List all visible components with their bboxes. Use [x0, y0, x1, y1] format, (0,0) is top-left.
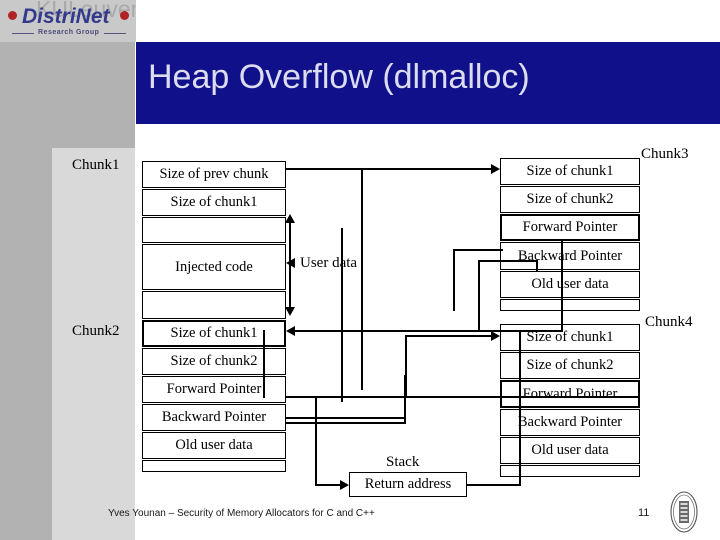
user-data-arrow-left-icon	[286, 258, 295, 268]
left-row-9: Old user data	[142, 432, 286, 459]
conn-fwdptr-long-h	[286, 396, 640, 399]
university-seal-icon	[670, 491, 698, 533]
conn-ra-out-v	[519, 330, 522, 486]
conn-backptr-h	[286, 417, 406, 420]
chunk4-label: Chunk4	[645, 314, 693, 330]
chunk2-label: Chunk2	[72, 323, 120, 339]
chunk3-row-2: Forward Pointer	[500, 214, 640, 241]
logo-rule-right	[104, 33, 126, 34]
conn-back-chunk3-h	[453, 249, 503, 252]
logo-band: KULeuven DistriNet Research Group	[0, 0, 136, 42]
user-data-arrow-up-icon	[285, 214, 295, 223]
stack-label: Stack	[386, 454, 420, 470]
user-data-arrow-down-icon	[285, 307, 295, 316]
conn-mesh-h1	[478, 260, 536, 263]
conn-chunk3-to-chunk2-arrow-icon	[286, 326, 295, 336]
conn-chunk3-to-chunk2-v	[561, 240, 564, 332]
chunk3-row-1: Size of chunk2	[500, 186, 640, 213]
logo-rule-left	[12, 33, 34, 34]
chunk3-row-0: Size of chunk1	[500, 158, 640, 185]
logo-dot-left-icon	[8, 11, 17, 20]
left-row-4-empty	[142, 291, 286, 319]
conn-fwd-chunk4-arrow-icon	[491, 331, 500, 341]
conn-mesh-v3	[536, 260, 539, 272]
sidebar-light-panel	[52, 148, 135, 540]
user-data-label: User data	[300, 255, 358, 271]
conn-return-v	[315, 396, 318, 486]
conn-fwd-chunk4-h	[405, 335, 493, 338]
left-row-10-empty	[142, 460, 286, 472]
slide-canvas: KULeuven DistriNet Research Group Heap O…	[0, 0, 720, 540]
left-row-8: Backward Pointer	[142, 404, 286, 431]
slide-title: Heap Overflow (dlmalloc)	[148, 58, 530, 96]
conn-backptr-h2	[286, 422, 406, 425]
conn-back-chunk3-v	[453, 249, 456, 311]
footer-attribution: Yves Younan – Security of Memory Allocat…	[108, 508, 375, 519]
logo-dot-right-icon	[120, 11, 129, 20]
conn-fwd-to-chunk3-h	[286, 168, 496, 171]
left-row-injected-code: Injected code	[142, 244, 286, 290]
conn-mesh-v4	[263, 330, 266, 398]
left-row-1: Size of chunk1	[142, 189, 286, 216]
left-row-2-empty	[142, 217, 286, 243]
logo-tagline: Research Group	[38, 29, 100, 36]
sidebar-mid-panel	[52, 42, 135, 148]
sidebar-dark-panel	[0, 0, 52, 540]
conn-fwd-to-chunk3-arrow-icon	[491, 164, 500, 174]
conn-return-h	[315, 484, 343, 487]
conn-mesh-v1	[341, 228, 344, 402]
conn-fwd-to-chunk3-v	[361, 168, 364, 390]
chunk3-label: Chunk3	[641, 146, 689, 162]
page-number: 11	[638, 507, 650, 519]
conn-backptr-v	[404, 375, 407, 422]
chunk3-row-3: Backward Pointer	[500, 242, 640, 270]
chunk1-label: Chunk1	[72, 157, 120, 173]
conn-mesh-v2	[478, 262, 481, 332]
conn-return-arrow-icon	[340, 480, 349, 490]
conn-ra-out-h	[465, 484, 521, 487]
stack-return-address-box: Return address	[349, 472, 467, 497]
chunk3-row-4: Old user data	[500, 271, 640, 298]
left-row-0: Size of prev chunk	[142, 161, 286, 188]
conn-chunk3-to-chunk2-h	[293, 330, 563, 333]
chunk3-row-pad	[500, 299, 640, 311]
distrinet-wordmark: DistriNet	[22, 5, 110, 28]
